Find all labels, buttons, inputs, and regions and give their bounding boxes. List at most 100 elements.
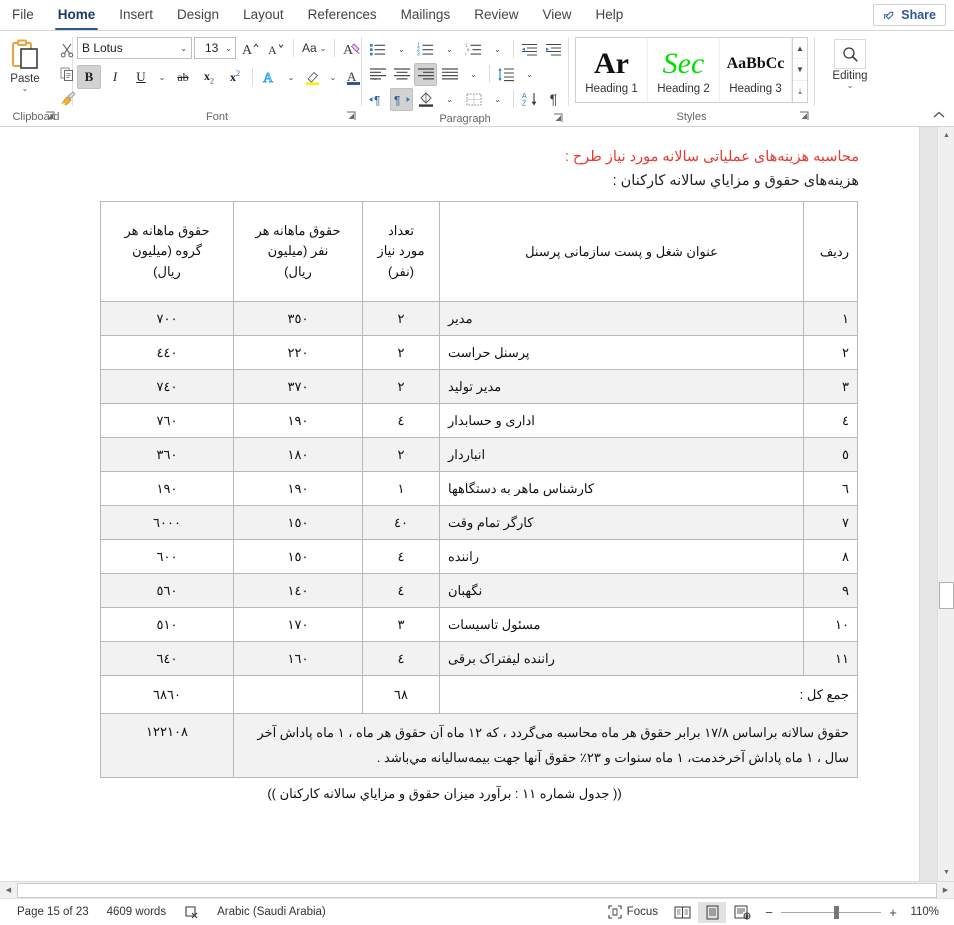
borders-button[interactable] xyxy=(462,88,485,111)
shading-dropdown[interactable]: ⌄ xyxy=(438,88,461,111)
ltr-text-direction-button[interactable]: ¶ xyxy=(366,88,389,111)
shading-button[interactable] xyxy=(414,88,437,111)
zoom-out-button[interactable]: − xyxy=(764,905,774,920)
zoom-slider-thumb[interactable] xyxy=(834,905,839,919)
tab-insert[interactable]: Insert xyxy=(107,0,165,30)
view-print-layout-button[interactable] xyxy=(698,901,726,923)
svg-text:¶: ¶ xyxy=(394,93,400,107)
font-name-combobox[interactable]: B Lotus ⌄ xyxy=(77,37,192,59)
style-heading-3[interactable]: AaBbCc Heading 3 xyxy=(720,38,792,102)
chevron-down-icon[interactable]: ⌄ xyxy=(847,82,854,90)
align-left-button[interactable] xyxy=(366,63,389,86)
align-right-button[interactable] xyxy=(414,62,437,86)
status-language[interactable]: Arabic (Saudi Arabia) xyxy=(208,906,335,918)
decrease-indent-button[interactable] xyxy=(518,38,541,61)
grow-font-button[interactable]: A xyxy=(238,36,262,60)
horizontal-scrollbar-thumb[interactable] xyxy=(17,882,937,898)
bullets-dropdown[interactable]: ⌄ xyxy=(390,38,413,61)
scroll-right-button[interactable]: ▶ xyxy=(937,882,954,899)
scroll-down-button[interactable]: ▼ xyxy=(938,864,954,881)
document-page[interactable]: محاسبه هزینه‌های عملیاتی سالانه مورد نیا… xyxy=(0,127,920,881)
styles-scroll-up-button[interactable]: ▲ xyxy=(793,38,807,59)
highlight-button[interactable] xyxy=(300,65,324,89)
italic-button[interactable]: I xyxy=(103,65,127,89)
share-button[interactable]: Share xyxy=(873,4,946,26)
paste-button[interactable]: Paste ⌄ xyxy=(0,35,56,93)
document-area: محاسبه هزینه‌های عملیاتی سالانه مورد نیا… xyxy=(0,127,954,881)
vertical-scrollbar[interactable]: ▲ ▼ xyxy=(937,127,954,881)
status-word-count[interactable]: 4609 words xyxy=(98,906,175,918)
line-spacing-dropdown[interactable]: ⌄ xyxy=(518,63,541,86)
underline-dropdown[interactable]: ⌄ xyxy=(155,65,169,89)
tab-design[interactable]: Design xyxy=(165,0,231,30)
scroll-left-button[interactable]: ◀ xyxy=(0,882,17,899)
horizontal-scrollbar[interactable]: ◀ ▶ xyxy=(0,881,954,898)
bullets-button[interactable] xyxy=(366,38,389,61)
tab-help[interactable]: Help xyxy=(584,0,636,30)
styles-dialog-launcher-icon[interactable] xyxy=(799,111,810,122)
strikethrough-button[interactable]: ab xyxy=(171,65,195,89)
col-header-count-line-2: مورد نیاز xyxy=(377,243,425,259)
increase-indent-button[interactable] xyxy=(542,38,565,61)
status-proofing-indicator[interactable] xyxy=(175,905,208,920)
status-page-indicator[interactable]: Page 15 of 23 xyxy=(8,906,98,918)
styles-scroll-down-button[interactable]: ▼ xyxy=(793,60,807,81)
zoom-control[interactable]: − + 110% xyxy=(757,905,946,920)
chevron-down-icon[interactable]: ⌄ xyxy=(22,85,29,93)
style-heading-2[interactable]: Sec Heading 2 xyxy=(648,38,720,102)
tab-file[interactable]: File xyxy=(0,0,46,30)
borders-dropdown[interactable]: ⌄ xyxy=(486,88,509,111)
align-center-button[interactable] xyxy=(390,63,413,86)
zoom-level-label[interactable]: 110% xyxy=(905,906,939,918)
change-case-button[interactable]: Aa ⌄ xyxy=(299,36,329,60)
sort-button[interactable]: A Z xyxy=(518,88,541,111)
style-heading-1[interactable]: Ar Heading 1 xyxy=(576,38,648,102)
cell-job-title: کارشناس ماهر به دستگاهها xyxy=(439,471,804,506)
styles-more-button[interactable]: ⤓ xyxy=(793,81,807,102)
scroll-up-button[interactable]: ▲ xyxy=(938,127,954,144)
line-spacing-button[interactable] xyxy=(494,63,517,86)
bold-button[interactable]: B xyxy=(77,65,101,89)
editing-button[interactable]: Editing ⌄ xyxy=(819,35,881,90)
shrink-font-button[interactable]: A xyxy=(264,36,288,60)
tab-review[interactable]: Review xyxy=(462,0,530,30)
superscript-button[interactable]: x2 xyxy=(223,65,247,89)
justify-button[interactable] xyxy=(438,63,461,86)
view-web-layout-button[interactable] xyxy=(728,902,756,923)
multilevel-list-dropdown[interactable]: ⌄ xyxy=(486,38,509,61)
subscript-button[interactable]: x2 xyxy=(197,65,221,89)
show-formatting-marks-button[interactable]: ¶ xyxy=(542,88,565,111)
zoom-in-button[interactable]: + xyxy=(888,905,898,920)
status-focus-button[interactable]: Focus xyxy=(599,905,667,919)
justify-dropdown[interactable]: ⌄ xyxy=(462,63,485,86)
tab-view[interactable]: View xyxy=(530,0,583,30)
highlight-dropdown[interactable]: ⌄ xyxy=(326,65,340,89)
clear-formatting-button[interactable]: A xyxy=(340,36,364,60)
ribbon-group-editing: Editing ⌄ xyxy=(815,31,885,127)
ribbon-group-paragraph: ⌄ 1 2 3 ⌄ 1 a i ⌄ ⌄ ⌄ ¶ ¶ ⌄ ⌄ A Z ¶ Para… xyxy=(362,31,568,127)
chevron-down-icon: ⌄ xyxy=(470,69,477,79)
paint-bucket-icon xyxy=(418,92,433,107)
paragraph-dialog-launcher-icon[interactable] xyxy=(553,113,564,124)
numbering-button[interactable]: 1 2 3 xyxy=(414,38,437,61)
tab-mailings[interactable]: Mailings xyxy=(389,0,463,30)
text-effects-button[interactable]: A xyxy=(258,65,282,89)
vertical-scrollbar-thumb[interactable] xyxy=(939,582,954,609)
text-effects-dropdown[interactable]: ⌄ xyxy=(284,65,298,89)
cell-job-title: مدیر xyxy=(439,301,804,336)
zoom-slider[interactable] xyxy=(781,905,881,919)
document-scroll-area[interactable]: محاسبه هزینه‌های عملیاتی سالانه مورد نیا… xyxy=(0,127,920,881)
font-size-combobox[interactable]: 13 ⌄ xyxy=(194,37,236,59)
clipboard-dialog-launcher-icon[interactable] xyxy=(45,111,56,122)
numbering-dropdown[interactable]: ⌄ xyxy=(438,38,461,61)
view-read-mode-button[interactable] xyxy=(668,902,696,923)
rtl-text-direction-button[interactable]: ¶ xyxy=(390,87,413,111)
multilevel-list-button[interactable]: 1 a i xyxy=(462,38,485,61)
tab-home[interactable]: Home xyxy=(46,0,108,30)
tab-references[interactable]: References xyxy=(296,0,389,30)
tab-layout[interactable]: Layout xyxy=(231,0,296,30)
underline-button[interactable]: U xyxy=(129,65,153,89)
collapse-ribbon-button[interactable] xyxy=(932,108,946,122)
salary-table[interactable]: ردیف عنوان شغل و پست سازمانی پرسنل تعداد… xyxy=(100,201,858,778)
font-dialog-launcher-icon[interactable] xyxy=(346,111,357,122)
